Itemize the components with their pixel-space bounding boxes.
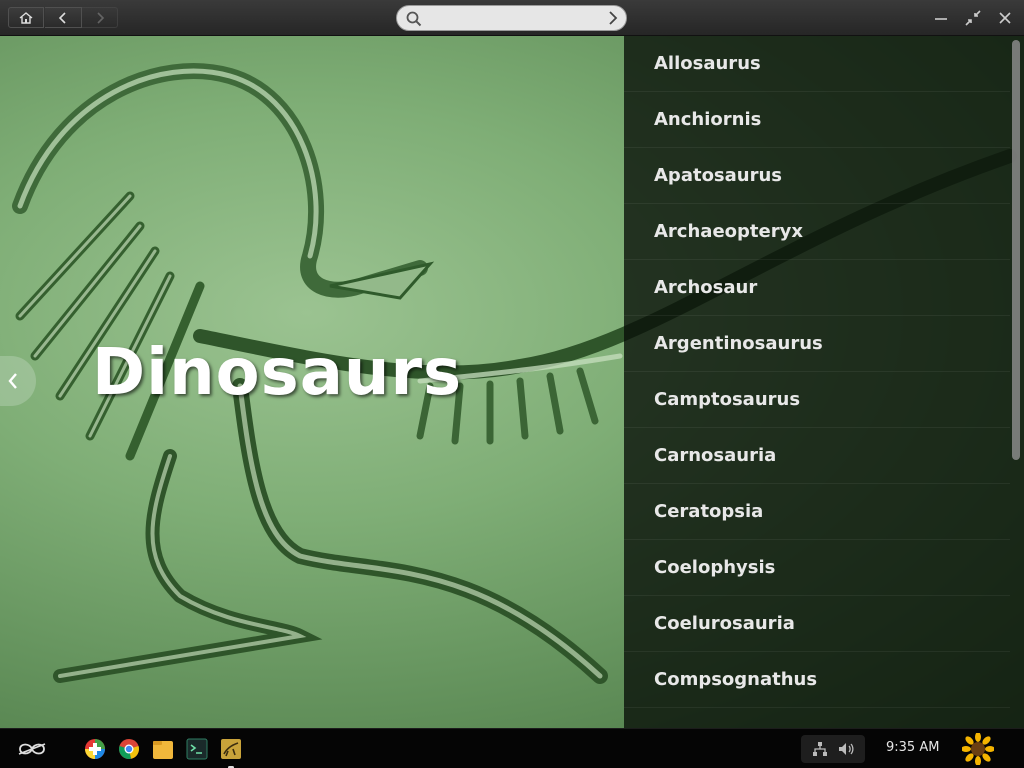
- search-input[interactable]: [427, 9, 597, 27]
- close-icon: [999, 12, 1011, 24]
- list-item[interactable]: Ceratopsia: [624, 484, 1010, 540]
- list-item[interactable]: Compsognathus: [624, 652, 1010, 708]
- list-item[interactable]: Carnosauria: [624, 428, 1010, 484]
- list-item[interactable]: Anchiornis: [624, 92, 1010, 148]
- terminal-icon[interactable]: [186, 738, 208, 760]
- list-item[interactable]: Archosaur: [624, 260, 1010, 316]
- app-store-icon[interactable]: [84, 738, 106, 760]
- chevron-left-icon: [8, 373, 17, 389]
- dinosaurs-app-icon[interactable]: [220, 738, 242, 760]
- user-avatar-sunflower-icon[interactable]: [962, 733, 994, 765]
- minimize-button[interactable]: [931, 8, 951, 28]
- list-item[interactable]: Coelophysis: [624, 540, 1010, 596]
- list-item[interactable]: Argentinosaurus: [624, 316, 1010, 372]
- taskbar: 9:35 AM: [0, 728, 1024, 768]
- page-title: Dinosaurs: [92, 336, 463, 410]
- chevron-right-icon: [96, 11, 104, 24]
- list-scrollbar[interactable]: [1012, 40, 1020, 460]
- list-item[interactable]: Coelurosauria: [624, 596, 1010, 652]
- main-content: Dinosaurs Allosaurus Anchiornis Apatosau…: [0, 36, 1024, 728]
- home-icon: [19, 11, 33, 24]
- list-item[interactable]: Archaeopteryx: [624, 204, 1010, 260]
- close-button[interactable]: [995, 8, 1015, 28]
- forward-button[interactable]: [82, 7, 118, 28]
- list-item[interactable]: Apatosaurus: [624, 148, 1010, 204]
- list-item[interactable]: Allosaurus: [624, 36, 1010, 92]
- list-item[interactable]: Camptosaurus: [624, 372, 1010, 428]
- unmaximize-icon: [965, 10, 981, 26]
- files-icon[interactable]: [152, 738, 174, 760]
- volume-icon[interactable]: [837, 741, 855, 757]
- home-button[interactable]: [8, 7, 44, 28]
- system-tray[interactable]: [801, 735, 865, 763]
- article-list-panel: Allosaurus Anchiornis Apatosaurus Archae…: [624, 36, 1024, 728]
- infinity-logo-icon: [18, 743, 46, 755]
- network-icon[interactable]: [812, 741, 828, 757]
- chrome-icon[interactable]: [118, 738, 140, 760]
- search-bar: [396, 5, 627, 31]
- title-bar: [0, 0, 1024, 36]
- restore-button[interactable]: [963, 8, 983, 28]
- article-list: Allosaurus Anchiornis Apatosaurus Archae…: [624, 36, 1010, 708]
- search-go-icon[interactable]: [608, 11, 618, 25]
- chevron-left-icon: [58, 11, 66, 24]
- search-icon: [406, 11, 422, 27]
- minimize-icon: [935, 18, 947, 20]
- clock[interactable]: 9:35 AM: [886, 740, 939, 755]
- back-button[interactable]: [45, 7, 82, 28]
- launcher-button[interactable]: [14, 737, 50, 761]
